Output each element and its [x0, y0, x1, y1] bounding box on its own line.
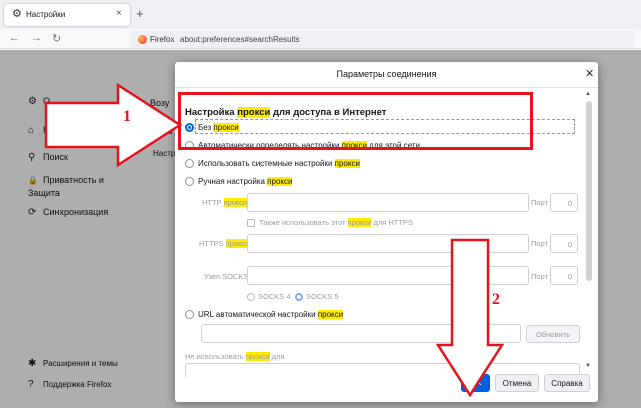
ok-button[interactable]: OK: [461, 374, 490, 392]
help-button[interactable]: Справка: [544, 374, 590, 392]
radio-icon[interactable]: [185, 159, 194, 169]
socks-port-input[interactable]: 0: [550, 266, 578, 285]
port-label: Порт: [531, 198, 549, 207]
annotation-number-2: 2: [492, 291, 500, 308]
cancel-button[interactable]: Отмена: [495, 374, 539, 392]
reload-icon[interactable]: ↻: [52, 32, 61, 45]
https-proxy-input[interactable]: [247, 234, 529, 253]
radio-system-proxy[interactable]: Использовать системные настройки прокси: [185, 159, 360, 169]
http-port-input[interactable]: 0: [550, 193, 578, 212]
scroll-down-icon[interactable]: ▼: [585, 363, 591, 369]
url-text[interactable]: about:preferences#searchResults: [180, 35, 300, 44]
back-icon[interactable]: ←: [9, 32, 20, 44]
https-proxy-label: HTTPS прокси: [199, 239, 250, 248]
no-proxy-label: Не использовать прокси для: [185, 352, 285, 361]
pac-url-input[interactable]: [201, 324, 521, 343]
tab-close-icon[interactable]: ×: [116, 8, 122, 19]
radio-socks5[interactable]: SOCKS 5: [295, 292, 339, 302]
tab-strip: ⚙ Настройки × +: [0, 0, 641, 29]
annotation-number-1: 1: [123, 108, 131, 125]
nav-bar: ← → ↻ Firefox about:preferences#searchRe…: [0, 29, 641, 49]
scroll-up-icon[interactable]: ▲: [585, 91, 591, 97]
scrollbar-thumb[interactable]: [586, 101, 592, 281]
close-icon[interactable]: ✕: [585, 67, 594, 80]
radio-manual-proxy[interactable]: Ручная настройка прокси: [185, 177, 293, 187]
forward-icon[interactable]: →: [31, 32, 42, 44]
firefox-icon: [138, 35, 147, 44]
annotation-highlight-box: [178, 92, 533, 150]
dialog-title: Параметры соединения: [336, 69, 437, 79]
also-https-checkbox[interactable]: [247, 219, 255, 227]
http-proxy-input[interactable]: [247, 193, 529, 212]
url-bar[interactable]: Firefox about:preferences#searchResults: [130, 31, 635, 48]
port-label: Порт: [531, 272, 549, 281]
https-port-input[interactable]: 0: [550, 234, 578, 253]
divider: [175, 87, 598, 88]
radio-pac-url[interactable]: URL автоматической настройки прокси: [185, 310, 344, 320]
tab-title: Настройки: [26, 10, 66, 19]
reload-pac-button[interactable]: Обновить: [526, 325, 580, 343]
tab-settings[interactable]: ⚙ Настройки ×: [4, 4, 130, 26]
scrollbar[interactable]: ▲ ▼: [585, 89, 593, 372]
gear-icon: ⚙: [12, 8, 22, 20]
also-https-label: Также использовать этот прокси для HTTPS: [259, 218, 413, 227]
radio-socks4[interactable]: SOCKS 4: [247, 292, 291, 302]
radio-icon[interactable]: [185, 177, 194, 187]
http-proxy-label: HTTP прокси: [202, 198, 248, 207]
radio-icon[interactable]: [247, 293, 255, 302]
socks-host-input[interactable]: [247, 266, 529, 285]
new-tab-icon[interactable]: +: [136, 6, 144, 21]
radio-icon[interactable]: [185, 310, 194, 320]
socks-host-label: Узел SOCKS: [204, 272, 249, 281]
identity-label: Firefox: [150, 35, 175, 44]
port-label: Порт: [531, 239, 549, 248]
radio-selected-icon[interactable]: [295, 293, 303, 302]
